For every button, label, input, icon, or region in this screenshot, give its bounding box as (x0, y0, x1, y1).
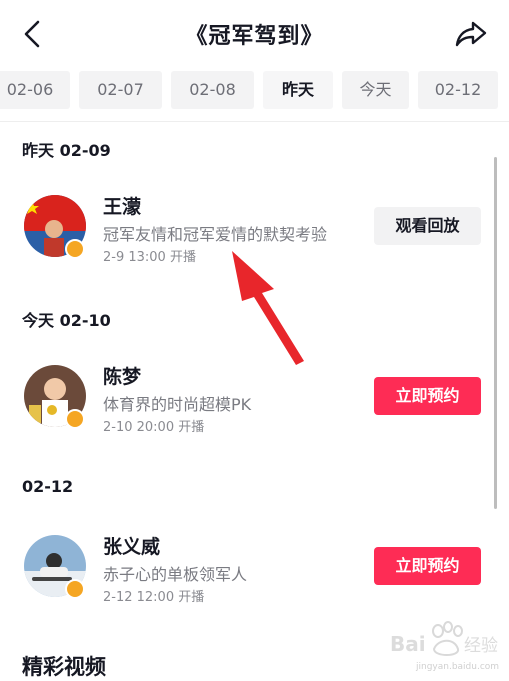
verified-badge-icon (65, 239, 85, 259)
svg-text:经验: 经验 (464, 636, 498, 656)
stream-time: 2-12 12:00 开播 (103, 590, 205, 605)
section-label: 昨天 02-09 (22, 141, 111, 160)
date-tab-bar: 02-06 02-07 02-08 昨天 今天 02-12 (0, 71, 498, 109)
annotation-arrow-icon (232, 251, 304, 365)
streamer-name: 张义威 (103, 536, 161, 558)
stream-time: 2-9 13:00 开播 (103, 250, 196, 265)
page-title: 《冠军驾到》 (185, 24, 324, 49)
watch-replay-button[interactable]: 观看回放 (374, 207, 481, 245)
date-tab-02-12[interactable]: 02-12 (418, 71, 498, 109)
watermark-logo: Bai 经验 jingyan.baidu.com (390, 621, 499, 672)
stream-description: 冠军友情和冠军爱情的默契考验 (103, 225, 328, 244)
date-tab-today[interactable]: 今天 (342, 71, 409, 109)
date-tab-02-06[interactable]: 02-06 (0, 71, 70, 109)
share-button[interactable] (453, 16, 489, 52)
date-tab-02-07[interactable]: 02-07 (79, 71, 162, 109)
date-tab-yesterday[interactable]: 昨天 (263, 71, 333, 109)
divider (0, 121, 509, 122)
reserve-button[interactable]: 立即预约 (374, 377, 481, 415)
date-tab-02-08[interactable]: 02-08 (171, 71, 254, 109)
svg-text:Bai: Bai (390, 632, 426, 656)
svg-text:jingyan.baidu.com: jingyan.baidu.com (415, 662, 499, 672)
verified-badge-icon (65, 579, 85, 599)
share-icon (455, 21, 487, 47)
section-label: 02-12 (22, 477, 74, 496)
header: 《冠军驾到》 (0, 0, 509, 66)
baidu-jingyan-watermark: Bai 经验 jingyan.baidu.com (386, 617, 504, 673)
stream-description: 体育界的时尚超模PK (103, 395, 252, 414)
stream-description: 赤子心的单板领军人 (103, 565, 248, 584)
scrollbar[interactable] (494, 157, 497, 509)
verified-badge-icon (65, 409, 85, 429)
reserve-button[interactable]: 立即预约 (374, 547, 481, 585)
stream-time: 2-10 20:00 开播 (103, 420, 205, 435)
streamer-name: 王濛 (103, 196, 142, 218)
streamer-name: 陈梦 (103, 366, 142, 388)
section-label: 今天 02-10 (22, 311, 111, 330)
